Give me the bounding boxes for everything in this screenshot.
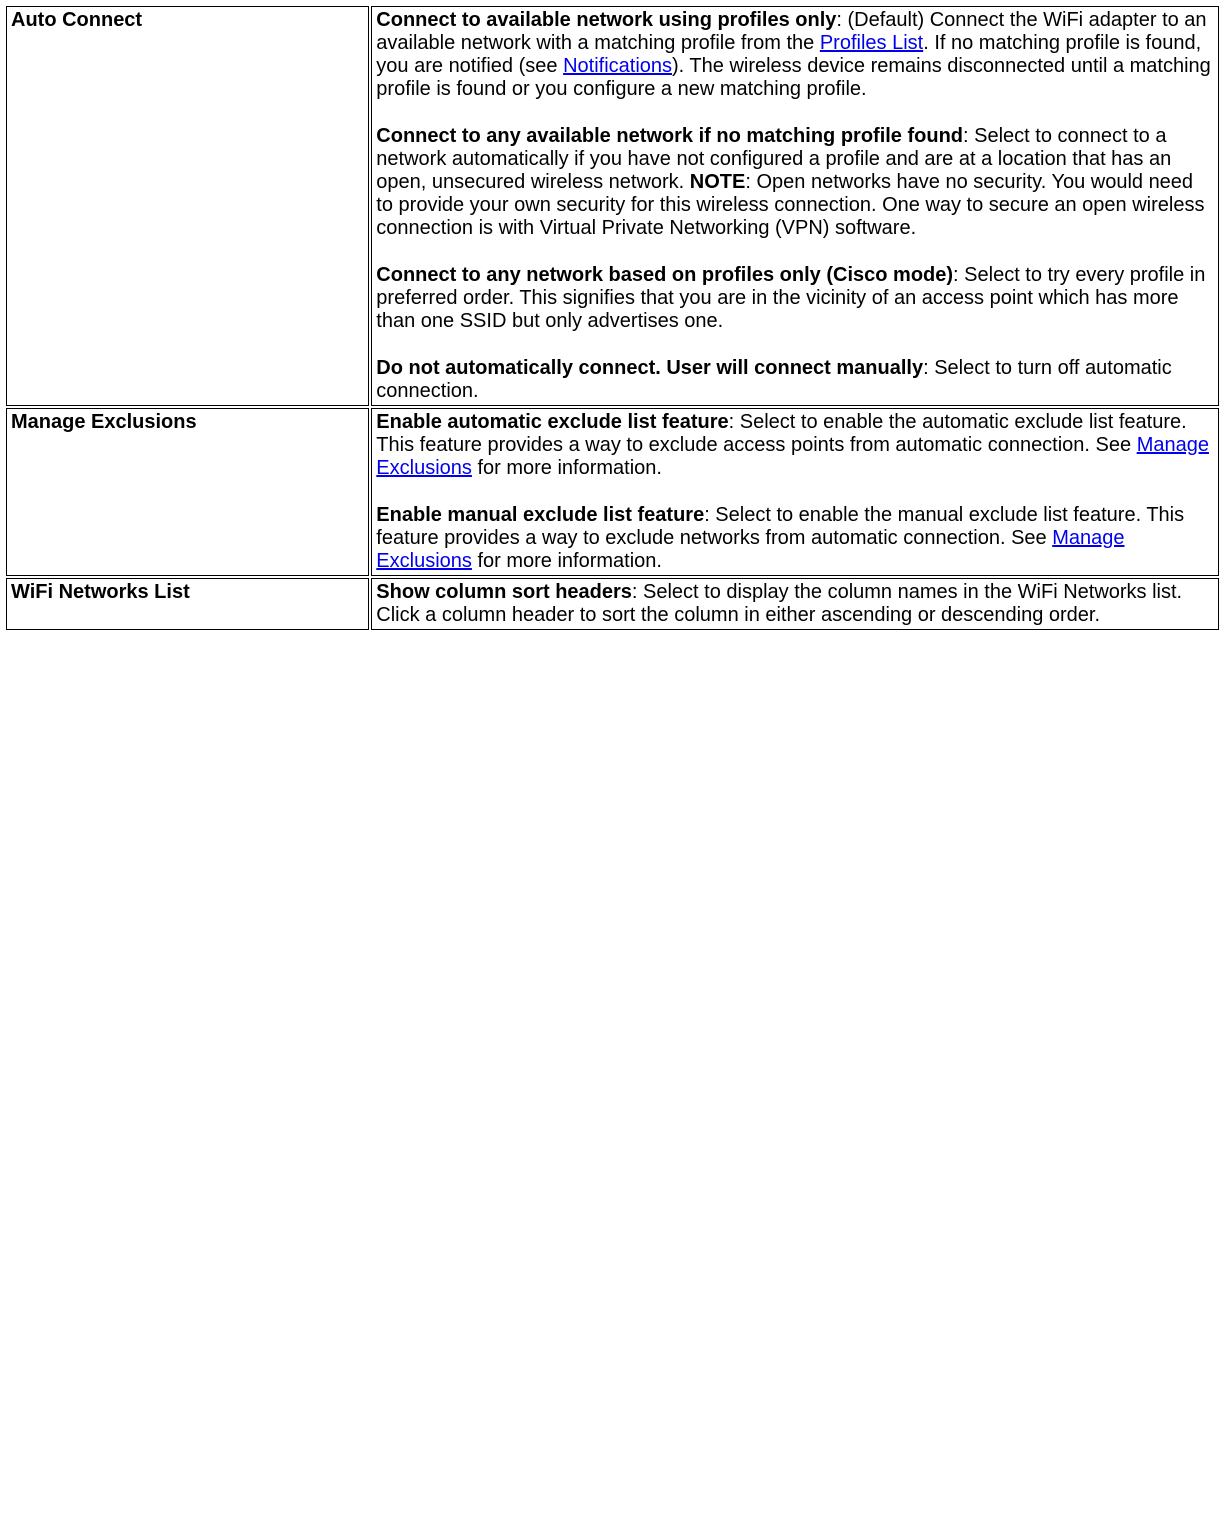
- option-title: Enable manual exclude list feature: [376, 504, 704, 526]
- table-row: Auto Connect Connect to available networ…: [6, 6, 1219, 406]
- note-label: NOTE: [690, 171, 746, 193]
- paragraph: Do not automatically connect. User will …: [376, 357, 1214, 403]
- paragraph: Connect to any available network if no m…: [376, 125, 1214, 240]
- row-content-wifi-networks: Show column sort headers: Select to disp…: [371, 578, 1219, 630]
- option-title: Connect to available network using profi…: [376, 9, 836, 31]
- option-title: Connect to any available network if no m…: [376, 125, 963, 147]
- table-row: Manage Exclusions Enable automatic exclu…: [6, 408, 1219, 576]
- text: for more information.: [472, 457, 662, 479]
- option-title: Enable automatic exclude list feature: [376, 411, 728, 433]
- settings-table: Auto Connect Connect to available networ…: [4, 4, 1221, 632]
- notifications-link[interactable]: Notifications: [563, 55, 672, 77]
- paragraph: Enable manual exclude list feature: Sele…: [376, 504, 1214, 573]
- row-header-wifi-networks: WiFi Networks List: [6, 578, 369, 630]
- paragraph: Connect to any network based on profiles…: [376, 264, 1214, 333]
- row-content-manage-exclusions: Enable automatic exclude list feature: S…: [371, 408, 1219, 576]
- paragraph: Show column sort headers: Select to disp…: [376, 581, 1214, 627]
- option-title: Show column sort headers: [376, 581, 632, 603]
- profiles-list-link[interactable]: Profiles List: [820, 32, 923, 54]
- row-header-auto-connect: Auto Connect: [6, 6, 369, 406]
- paragraph: Connect to available network using profi…: [376, 9, 1214, 101]
- row-header-manage-exclusions: Manage Exclusions: [6, 408, 369, 576]
- option-title: Connect to any network based on profiles…: [376, 264, 953, 286]
- table-row: WiFi Networks List Show column sort head…: [6, 578, 1219, 630]
- text: for more information.: [472, 550, 662, 572]
- option-title: Do not automatically connect. User will …: [376, 357, 923, 379]
- paragraph: Enable automatic exclude list feature: S…: [376, 411, 1214, 480]
- row-content-auto-connect: Connect to available network using profi…: [371, 6, 1219, 406]
